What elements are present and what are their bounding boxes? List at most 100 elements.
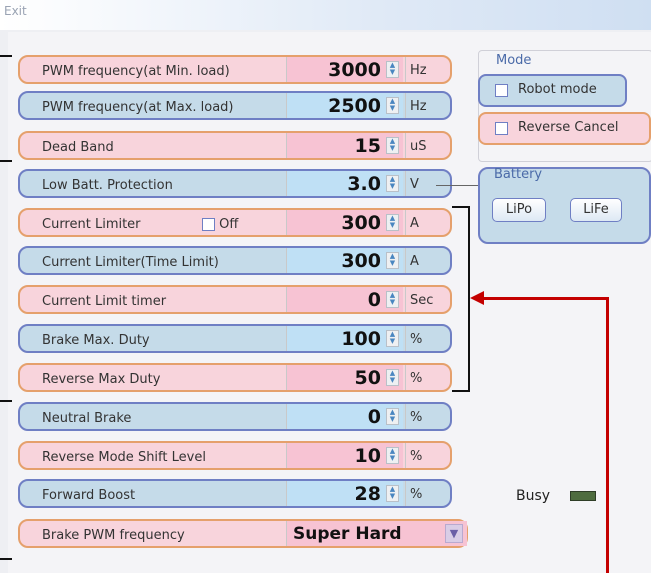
value-text: 2500 xyxy=(328,95,381,117)
spinner-arrows-icon[interactable]: ▲ ▼ xyxy=(386,485,399,502)
spinner-arrows-icon[interactable]: ▲ ▼ xyxy=(386,214,399,231)
value-spinbox[interactable]: 0 ▲ ▼ xyxy=(286,287,403,312)
value-text: 10 xyxy=(354,445,381,467)
value-spinbox[interactable]: 300 ▲ ▼ xyxy=(286,210,403,235)
setting-row-reverse-shift-level: Reverse Mode Shift Level 10 ▲ ▼ % xyxy=(18,441,452,470)
bracket-line xyxy=(452,390,470,392)
chevron-down-icon[interactable]: ▼ xyxy=(445,524,463,543)
setting-label: Brake Max. Duty xyxy=(42,333,150,348)
callout-tick xyxy=(0,558,12,560)
value-spinbox[interactable]: 10 ▲ ▼ xyxy=(286,443,403,468)
unit-label: A xyxy=(410,254,419,269)
unit-label: % xyxy=(410,332,423,347)
unit-label: % xyxy=(410,449,423,464)
life-button[interactable]: LiFe xyxy=(570,198,622,222)
value-text: 3000 xyxy=(328,59,381,81)
reverse-cancel-option[interactable]: Reverse Cancel xyxy=(478,112,651,145)
busy-label: Busy xyxy=(516,488,551,504)
value-text: 300 xyxy=(341,250,381,272)
value-text: 3.0 xyxy=(347,173,381,195)
value-text: 100 xyxy=(341,328,381,350)
value-text: 0 xyxy=(367,289,381,311)
spinner-arrows-icon[interactable]: ▲ ▼ xyxy=(386,408,399,425)
setting-row-current-limiter: Current Limiter Off 300 ▲ ▼ A xyxy=(18,208,452,237)
mode-group-title: Mode xyxy=(494,53,534,68)
callout-tick xyxy=(0,55,12,57)
spinner-arrows-icon[interactable]: ▲ ▼ xyxy=(386,175,399,192)
spinner-arrows-icon[interactable]: ▲ ▼ xyxy=(386,97,399,114)
setting-label: Low Batt. Protection xyxy=(42,178,173,193)
unit-label: uS xyxy=(410,139,427,154)
setting-label: Reverse Max Duty xyxy=(42,372,161,387)
setting-row-low-batt: Low Batt. Protection 3.0 ▲ ▼ V xyxy=(18,169,452,198)
callout-tick xyxy=(0,400,12,402)
value-text: 0 xyxy=(367,406,381,428)
reverse-cancel-checkbox[interactable] xyxy=(495,122,508,135)
callout-tick xyxy=(0,160,12,162)
reverse-cancel-label: Reverse Cancel xyxy=(518,120,619,135)
setting-label: Current Limiter(Time Limit) xyxy=(42,255,219,270)
setting-label: Current Limit timer xyxy=(42,294,167,309)
spinner-arrows-icon[interactable]: ▲ ▼ xyxy=(386,291,399,308)
value-spinbox[interactable]: 2500 ▲ ▼ xyxy=(286,93,403,118)
select-value: Super Hard xyxy=(293,524,402,544)
battery-group-title: Battery xyxy=(494,167,543,182)
value-spinbox[interactable]: 50 ▲ ▼ xyxy=(286,365,403,390)
value-spinbox[interactable]: 3000 ▲ ▼ xyxy=(286,57,403,82)
unit-label: % xyxy=(410,487,423,502)
setting-row-brake-max-duty: Brake Max. Duty 100 ▲ ▼ % xyxy=(18,324,452,353)
off-checkbox[interactable] xyxy=(202,218,215,231)
setting-row-pwm-max: PWM frequency(at Max. load) 2500 ▲ ▼ Hz xyxy=(18,91,452,120)
unit-label: % xyxy=(410,410,423,425)
value-text: 28 xyxy=(354,483,381,505)
busy-indicator-icon xyxy=(570,491,596,501)
arrow-left-icon xyxy=(470,291,484,305)
value-spinbox[interactable]: 100 ▲ ▼ xyxy=(286,326,403,351)
setting-row-dead-band: Dead Band 15 ▲ ▼ uS xyxy=(18,131,452,160)
setting-row-neutral-brake: Neutral Brake 0 ▲ ▼ % xyxy=(18,402,452,431)
setting-label: Current Limiter xyxy=(42,217,141,232)
setting-label: PWM frequency(at Min. load) xyxy=(42,64,230,79)
setting-label: Neutral Brake xyxy=(42,411,132,426)
setting-label: Dead Band xyxy=(42,140,114,155)
spinner-arrows-icon[interactable]: ▲ ▼ xyxy=(386,61,399,78)
setting-row-pwm-min: PWM frequency(at Min. load) 3000 ▲ ▼ Hz xyxy=(18,55,452,84)
spinner-arrows-icon[interactable]: ▲ ▼ xyxy=(386,330,399,347)
value-text: 300 xyxy=(341,212,381,234)
unit-label: Sec xyxy=(410,293,434,308)
setting-row-reverse-max-duty: Reverse Max Duty 50 ▲ ▼ % xyxy=(18,363,452,392)
value-text: 50 xyxy=(354,367,381,389)
red-arrow-line xyxy=(478,297,609,300)
lipo-button[interactable]: LiPo xyxy=(492,198,546,222)
value-spinbox[interactable]: 0 ▲ ▼ xyxy=(286,404,403,429)
unit-label: Hz xyxy=(410,99,427,114)
spinner-arrows-icon[interactable]: ▲ ▼ xyxy=(386,369,399,386)
setting-row-forward-boost: Forward Boost 28 ▲ ▼ % xyxy=(18,479,452,508)
setting-row-brake-pwm: Brake PWM frequency Super Hard ▼ xyxy=(18,519,468,548)
setting-row-current-limiter-time: Current Limiter(Time Limit) 300 ▲ ▼ A xyxy=(18,246,452,275)
setting-label: Reverse Mode Shift Level xyxy=(42,450,206,465)
brake-pwm-select[interactable]: Super Hard ▼ xyxy=(286,521,467,546)
checkbox-label: Off xyxy=(219,217,239,232)
red-arrow-line xyxy=(606,298,609,573)
unit-label: V xyxy=(410,177,419,192)
setting-label: PWM frequency(at Max. load) xyxy=(42,100,234,115)
value-spinbox[interactable]: 300 ▲ ▼ xyxy=(286,248,403,273)
spinner-arrows-icon[interactable]: ▲ ▼ xyxy=(386,447,399,464)
robot-mode-label: Robot mode xyxy=(518,82,597,97)
setting-row-current-limit-timer: Current Limit timer 0 ▲ ▼ Sec xyxy=(18,285,452,314)
unit-label: A xyxy=(410,216,419,231)
value-spinbox[interactable]: 15 ▲ ▼ xyxy=(286,133,403,158)
value-spinbox[interactable]: 3.0 ▲ ▼ xyxy=(286,171,403,196)
setting-label: Forward Boost xyxy=(42,488,136,503)
value-text: 15 xyxy=(354,135,381,157)
robot-mode-checkbox[interactable] xyxy=(495,84,508,97)
window-title[interactable]: Exit xyxy=(4,4,27,18)
unit-label: % xyxy=(410,371,423,386)
title-bar: Exit xyxy=(0,0,651,30)
current-limiter-off-toggle[interactable]: Off xyxy=(202,217,238,232)
robot-mode-option[interactable]: Robot mode xyxy=(478,74,627,107)
spinner-arrows-icon[interactable]: ▲ ▼ xyxy=(386,137,399,154)
value-spinbox[interactable]: 28 ▲ ▼ xyxy=(286,481,403,506)
spinner-arrows-icon[interactable]: ▲ ▼ xyxy=(386,252,399,269)
